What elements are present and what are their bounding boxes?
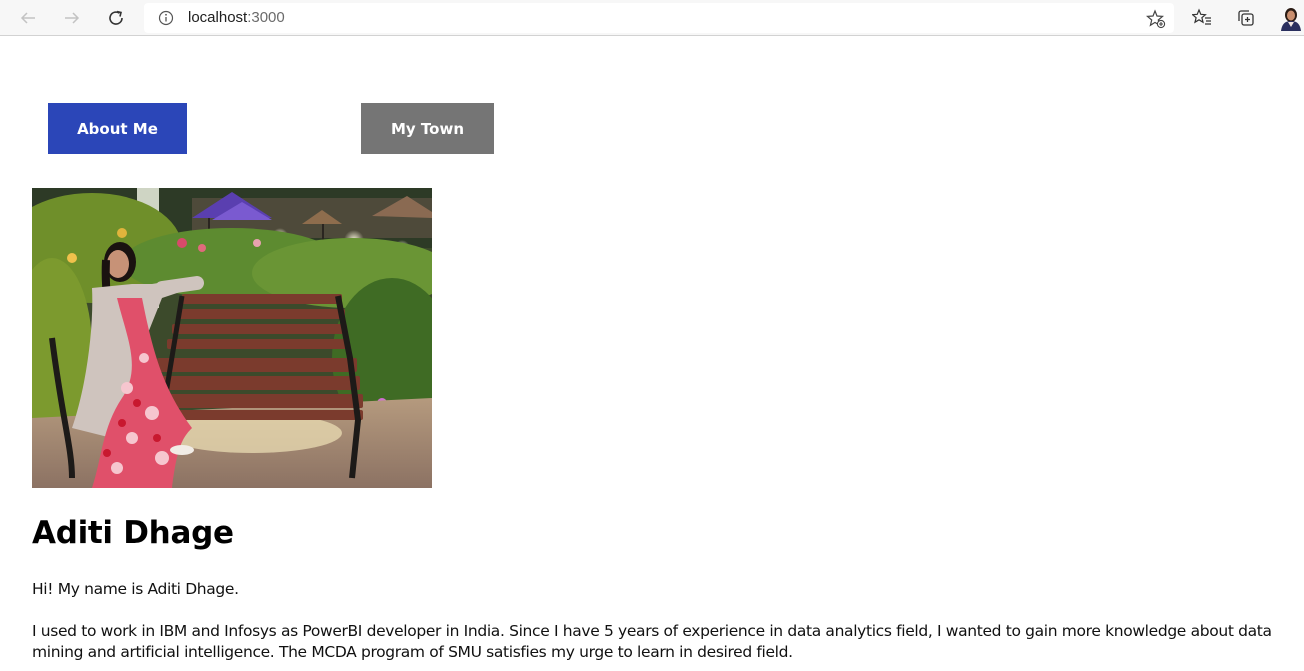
url-port: :3000 xyxy=(247,9,285,26)
forward-arrow-icon xyxy=(65,12,80,24)
profile-avatar[interactable] xyxy=(1278,5,1304,31)
url-host: localhost xyxy=(188,9,248,26)
browser-toolbar: localhost:3000 xyxy=(0,0,1304,36)
collections-icon xyxy=(1238,10,1254,26)
back-button[interactable] xyxy=(14,4,42,32)
info-icon[interactable] xyxy=(158,10,174,26)
favorites-icon xyxy=(1192,8,1211,25)
reload-button[interactable] xyxy=(102,4,130,32)
profile-name-heading: Aditi Dhage xyxy=(32,515,234,551)
intro-paragraph: Hi! My name is Aditi Dhage. xyxy=(32,580,239,598)
collections-button[interactable] xyxy=(1232,4,1260,32)
forward-button[interactable] xyxy=(58,4,86,32)
profile-photo xyxy=(32,188,432,488)
favorites-button[interactable] xyxy=(1188,4,1216,32)
bio-paragraph: I used to work in IBM and Infosys as Pow… xyxy=(32,622,1272,661)
reload-icon xyxy=(109,10,123,25)
add-favorite-icon[interactable] xyxy=(1146,9,1166,29)
about-me-button[interactable]: About Me xyxy=(48,103,187,154)
address-bar[interactable]: localhost:3000 xyxy=(144,3,1174,33)
url-text[interactable]: localhost:3000 xyxy=(188,9,285,26)
my-town-button[interactable]: My Town xyxy=(361,103,494,154)
back-arrow-icon xyxy=(20,12,35,24)
